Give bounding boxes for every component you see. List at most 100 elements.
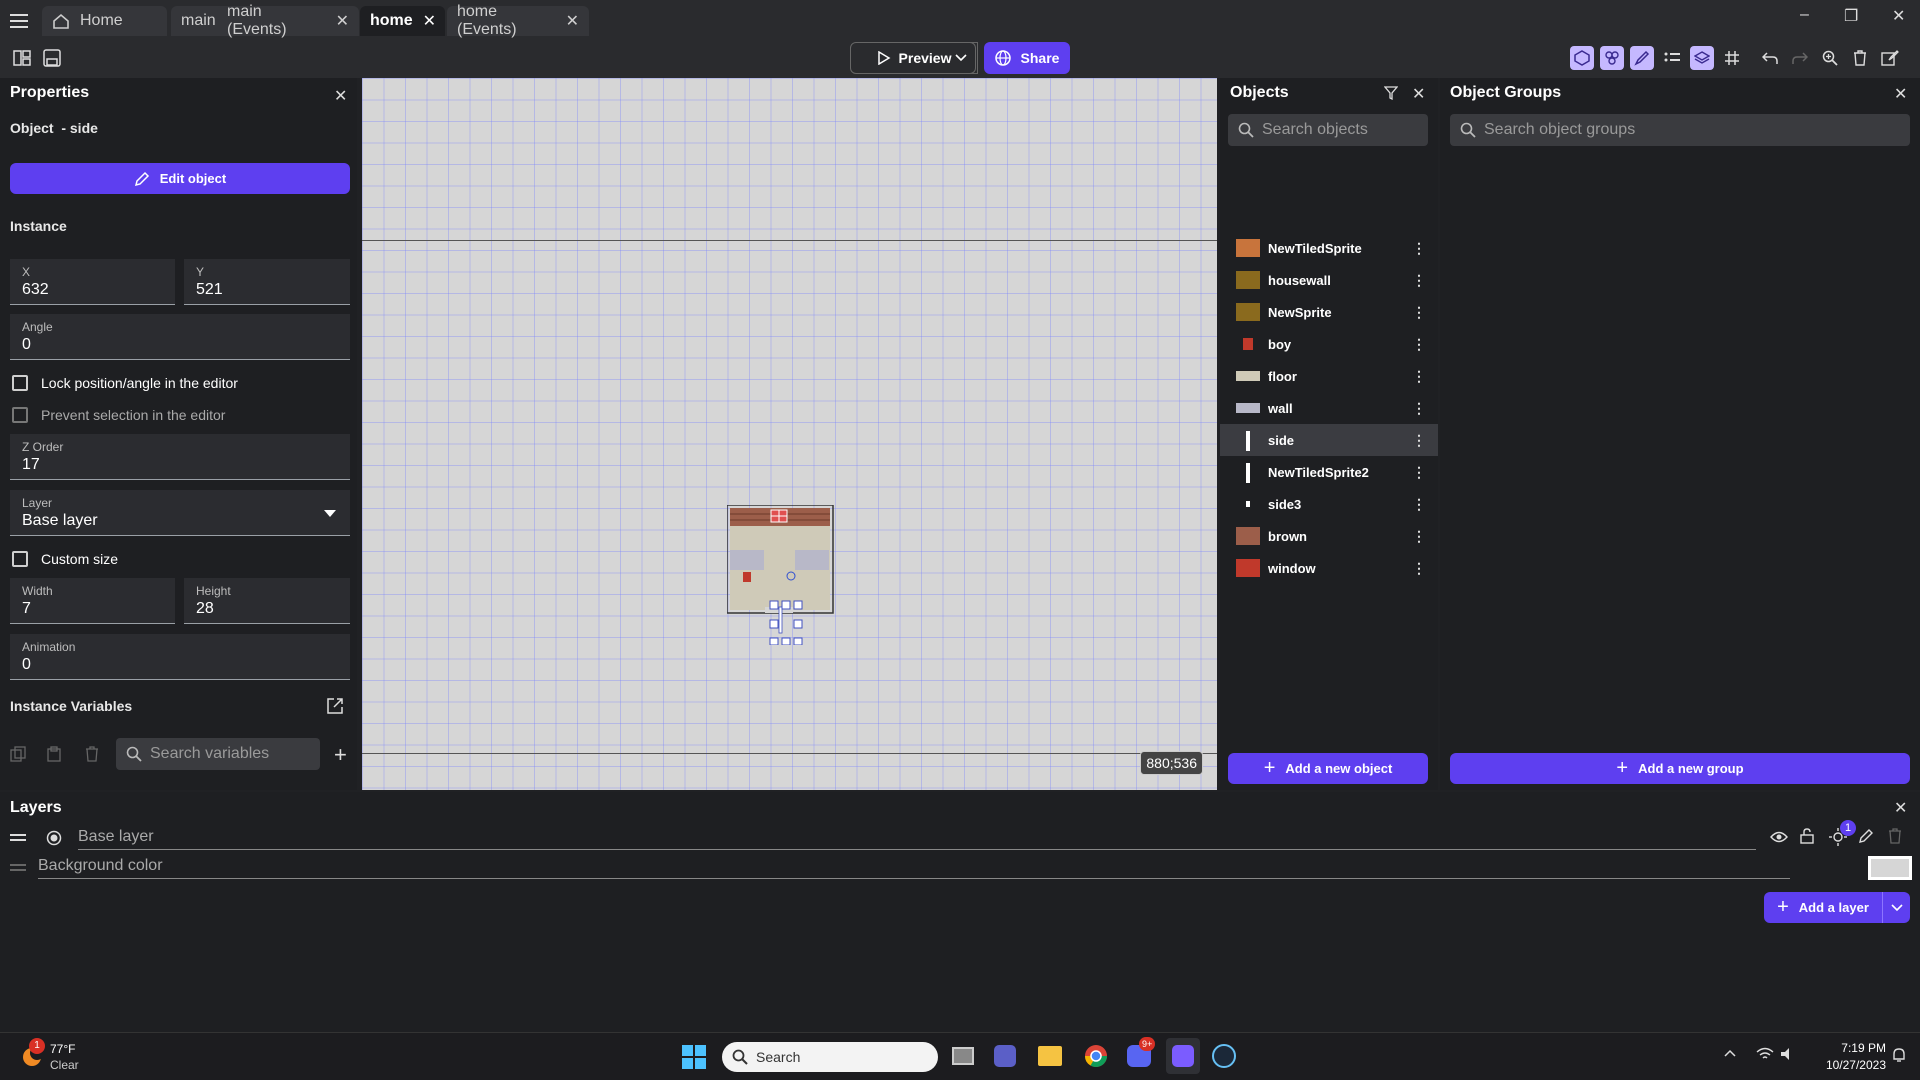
more-options-icon[interactable]: ⋮ xyxy=(1412,304,1426,321)
layers-panel-icon[interactable] xyxy=(1690,46,1714,70)
scene-canvas[interactable]: 880;536 xyxy=(362,78,1217,790)
object-item-side[interactable]: side ⋮ xyxy=(1220,424,1438,456)
layer-radio-icon[interactable] xyxy=(46,830,62,846)
tab-home-events[interactable]: home (Events) ✕ xyxy=(447,3,589,38)
tab-main-events[interactable]: main (Events) ✕ xyxy=(217,3,359,38)
search-objects-input[interactable]: Search objects xyxy=(1228,114,1428,146)
object-item-housewall[interactable]: housewall ⋮ xyxy=(1220,264,1438,296)
start-icon[interactable] xyxy=(682,1045,706,1069)
gdevelop-taskbar-item[interactable] xyxy=(1166,1038,1200,1074)
restore-icon[interactable]: ❐ xyxy=(1844,6,1858,26)
paste-icon[interactable] xyxy=(47,746,61,762)
teams-icon[interactable] xyxy=(994,1045,1016,1067)
trash-icon[interactable] xyxy=(1848,46,1872,70)
more-options-icon[interactable]: ⋮ xyxy=(1412,336,1426,353)
object-item-window[interactable]: window ⋮ xyxy=(1220,552,1438,584)
height-field[interactable]: Height 28 xyxy=(184,578,350,624)
trash-icon[interactable] xyxy=(1888,828,1902,844)
search-object-groups-input[interactable]: Search object groups xyxy=(1450,114,1910,146)
more-options-icon[interactable]: ⋮ xyxy=(1412,272,1426,289)
close-icon[interactable]: ✕ xyxy=(1894,84,1907,104)
close-icon[interactable]: ✕ xyxy=(1894,798,1907,818)
more-options-icon[interactable]: ⋮ xyxy=(1412,400,1426,417)
panels-icon[interactable] xyxy=(10,46,34,70)
object-item-brown[interactable]: brown ⋮ xyxy=(1220,520,1438,552)
grid-icon[interactable] xyxy=(1720,46,1744,70)
share-button[interactable]: Share xyxy=(984,42,1070,74)
pencil-icon[interactable] xyxy=(1858,828,1874,844)
close-icon[interactable]: ✕ xyxy=(423,11,436,31)
objects-panel-icon[interactable] xyxy=(1570,46,1594,70)
chevron-up-icon[interactable] xyxy=(1724,1049,1736,1057)
x-field[interactable]: X 632 xyxy=(10,259,175,305)
object-item-wall[interactable]: wall ⋮ xyxy=(1220,392,1438,424)
close-icon[interactable]: ✕ xyxy=(566,11,579,31)
layer-select[interactable]: Layer Base layer xyxy=(10,490,350,536)
tab-home-scene[interactable]: home ✕ xyxy=(360,6,445,36)
add-variable-icon[interactable]: + xyxy=(334,742,347,768)
width-label: Width xyxy=(22,584,53,598)
groups-panel-icon[interactable] xyxy=(1600,46,1624,70)
animation-field[interactable]: Animation 0 xyxy=(10,634,350,680)
notification-icon[interactable] xyxy=(1892,1047,1906,1063)
menu-icon[interactable] xyxy=(10,12,30,30)
taskbar-search[interactable]: Search xyxy=(722,1042,938,1072)
object-item-boy[interactable]: boy ⋮ xyxy=(1220,328,1438,360)
undo-icon[interactable] xyxy=(1758,46,1782,70)
eye-icon[interactable] xyxy=(1770,830,1788,844)
close-icon[interactable]: ✕ xyxy=(334,86,347,106)
add-layer-dropdown[interactable] xyxy=(1882,892,1910,923)
save-icon[interactable] xyxy=(40,46,64,70)
custom-size-checkbox[interactable] xyxy=(12,551,28,567)
more-options-icon[interactable]: ⋮ xyxy=(1412,240,1426,257)
close-icon[interactable]: ✕ xyxy=(1412,84,1425,104)
y-field[interactable]: Y 521 xyxy=(184,259,350,305)
object-item-newtiledsprite2[interactable]: NewTiledSprite2 ⋮ xyxy=(1220,456,1438,488)
open-external-icon[interactable] xyxy=(326,697,344,715)
search-variables-input[interactable]: Search variables xyxy=(116,738,320,770)
zoom-icon[interactable] xyxy=(1818,46,1842,70)
background-color-swatch[interactable] xyxy=(1868,856,1912,880)
properties-panel-icon[interactable] xyxy=(1630,46,1654,70)
object-item-side3[interactable]: side3 ⋮ xyxy=(1220,488,1438,520)
drag-handle-icon[interactable] xyxy=(10,834,26,842)
more-options-icon[interactable]: ⋮ xyxy=(1412,368,1426,385)
more-options-icon[interactable]: ⋮ xyxy=(1412,528,1426,545)
more-options-icon[interactable]: ⋮ xyxy=(1412,560,1426,577)
z-order-field[interactable]: Z Order 17 xyxy=(10,434,350,480)
more-options-icon[interactable]: ⋮ xyxy=(1412,496,1426,513)
tab-home[interactable]: Home xyxy=(42,6,167,36)
copy-icon[interactable] xyxy=(10,746,26,762)
chrome-icon[interactable] xyxy=(1084,1044,1108,1068)
more-options-icon[interactable]: ⋮ xyxy=(1412,432,1426,449)
wifi-icon[interactable] xyxy=(1756,1047,1774,1061)
preview-dropdown[interactable] xyxy=(946,42,976,74)
filter-icon[interactable] xyxy=(1384,86,1398,100)
house-instances[interactable] xyxy=(727,505,837,645)
more-options-icon[interactable]: ⋮ xyxy=(1412,464,1426,481)
object-item-newsprite[interactable]: NewSprite ⋮ xyxy=(1220,296,1438,328)
angle-field[interactable]: Angle 0 xyxy=(10,314,350,360)
volume-icon[interactable] xyxy=(1780,1047,1796,1061)
add-new-group-button[interactable]: + Add a new group xyxy=(1450,753,1910,784)
lock-checkbox[interactable] xyxy=(12,375,28,391)
add-new-object-button[interactable]: + Add a new object xyxy=(1228,753,1428,784)
prevent-selection-checkbox[interactable] xyxy=(12,407,28,423)
file-explorer-icon[interactable] xyxy=(1038,1046,1062,1066)
object-item-newtiledsprite[interactable]: NewTiledSprite ⋮ xyxy=(1220,232,1438,264)
delete-variable-icon[interactable] xyxy=(85,746,99,762)
lock-icon[interactable] xyxy=(1800,828,1814,844)
base-layer-name[interactable]: Base layer xyxy=(78,828,1756,850)
steam-icon[interactable] xyxy=(1212,1044,1236,1068)
edit-object-button[interactable]: Edit object xyxy=(10,163,350,194)
redo-icon[interactable] xyxy=(1788,46,1812,70)
task-view-icon[interactable] xyxy=(952,1047,974,1065)
width-field[interactable]: Width 7 xyxy=(10,578,175,624)
add-layer-button[interactable]: + Add a layer xyxy=(1764,892,1882,923)
close-icon[interactable]: ✕ xyxy=(336,11,349,31)
edit-scene-icon[interactable] xyxy=(1878,46,1902,70)
close-window-icon[interactable]: ✕ xyxy=(1892,6,1905,26)
instances-list-icon[interactable] xyxy=(1660,46,1684,70)
object-item-floor[interactable]: floor ⋮ xyxy=(1220,360,1438,392)
minimize-icon[interactable]: – xyxy=(1800,6,1809,24)
